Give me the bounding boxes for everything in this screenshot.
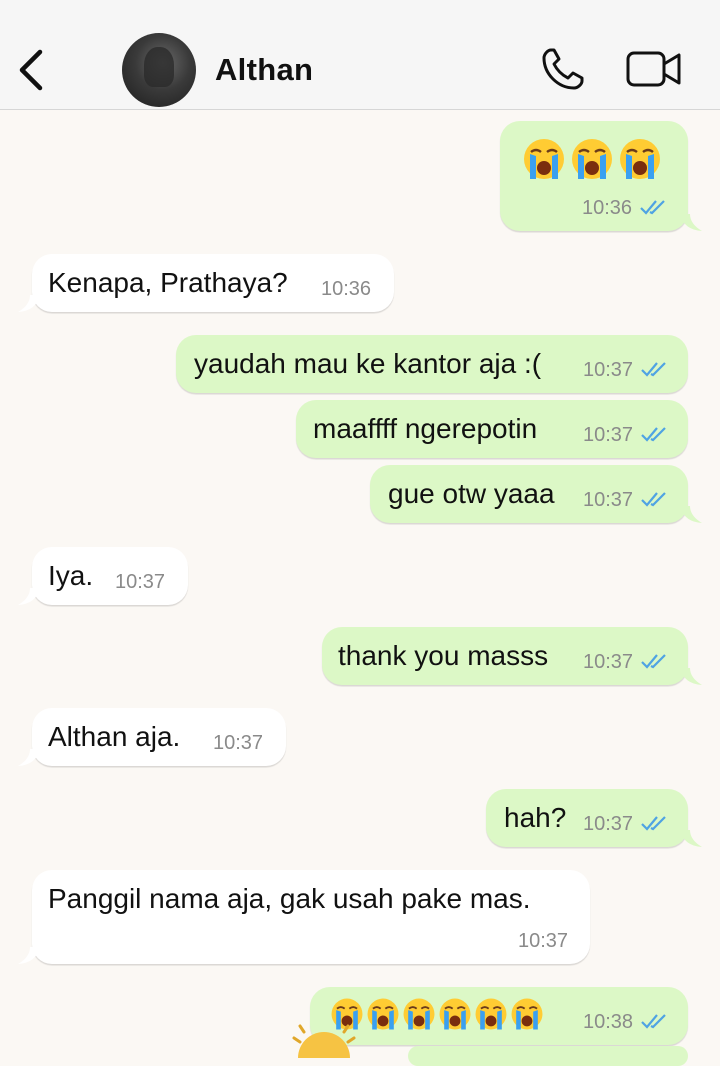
message-bubble-outgoing[interactable]: gue otw yaaa 10:37 xyxy=(370,465,702,523)
loudly-crying-face-icon xyxy=(439,998,471,1030)
message-time: 10:38 xyxy=(583,1011,634,1033)
message-bubble-outgoing[interactable]: thank you masss 10:37 xyxy=(322,627,702,685)
message-bubble-incoming[interactable]: Panggil nama aja, gak usah pake mas. 10:… xyxy=(18,870,590,964)
bubble-tail xyxy=(680,830,702,847)
message-bubble-incoming[interactable]: Althan aja. 10:37 xyxy=(18,708,286,766)
read-receipt-icon xyxy=(641,816,666,831)
emoji-row xyxy=(330,997,550,1033)
bubble-tail xyxy=(680,506,702,523)
loudly-crying-face-icon xyxy=(511,998,543,1030)
chat-header: Althan xyxy=(0,0,720,110)
message-time: 10:37 xyxy=(518,930,569,952)
message-time: 10:37 xyxy=(583,424,634,446)
message-text: Althan aja. xyxy=(48,721,181,752)
message-text: thank you masss xyxy=(338,640,549,671)
loudly-crying-face-icon xyxy=(572,139,612,179)
read-receipt-icon xyxy=(641,654,666,669)
back-button[interactable] xyxy=(14,48,50,92)
loudly-crying-face-icon xyxy=(620,139,660,179)
loudly-crying-face-icon xyxy=(403,998,435,1030)
sticker-partial xyxy=(292,1024,356,1058)
message-text: gue otw yaaa xyxy=(388,478,555,509)
message-bubble-outgoing[interactable]: maaffff ngerepotin 10:37 xyxy=(296,400,688,458)
message-text: maaffff ngerepotin xyxy=(313,413,538,444)
loudly-crying-face-icon xyxy=(367,998,399,1030)
message-text: hah? xyxy=(504,802,567,833)
message-time: 10:36 xyxy=(582,197,633,219)
video-camera-icon xyxy=(626,51,681,87)
loudly-crying-face-icon xyxy=(524,139,564,179)
message-bubble-outgoing[interactable]: yaudah mau ke kantor aja :( 10:37 xyxy=(176,335,688,393)
bubble-tail xyxy=(18,588,40,605)
message-bubble-outgoing[interactable]: hah? 10:37 xyxy=(486,789,702,847)
phone-icon xyxy=(542,48,584,90)
contact-name[interactable]: Althan xyxy=(215,52,313,88)
message-time: 10:37 xyxy=(583,489,634,511)
bubble-tail xyxy=(680,214,702,231)
bubble-tail xyxy=(680,668,702,685)
bubble-tail xyxy=(18,749,40,766)
voice-call-button[interactable] xyxy=(540,46,586,92)
read-receipt-icon xyxy=(641,362,666,377)
message-bubble-outgoing[interactable]: 10:36 xyxy=(500,121,702,231)
bubble-tail xyxy=(18,947,40,964)
message-text: Panggil nama aja, gak usah pake mas. xyxy=(48,883,531,914)
message-bubble-incoming[interactable]: Kenapa, Prathaya? 10:36 xyxy=(18,254,394,312)
message-text: Iya. xyxy=(48,560,94,591)
read-receipt-icon xyxy=(640,200,665,215)
message-time: 10:37 xyxy=(583,651,634,673)
message-time: 10:36 xyxy=(321,278,372,300)
read-receipt-icon xyxy=(641,1014,666,1029)
message-bubble-incoming[interactable]: Iya. 10:37 xyxy=(18,547,188,605)
message-time: 10:37 xyxy=(115,571,166,593)
contact-avatar[interactable] xyxy=(122,33,196,107)
message-text: yaudah mau ke kantor aja :( xyxy=(194,348,542,379)
message-bubble-outgoing-partial xyxy=(408,1046,688,1066)
chevron-left-icon xyxy=(19,49,43,91)
message-time: 10:37 xyxy=(583,813,634,835)
video-call-button[interactable] xyxy=(626,50,682,88)
message-bubble-outgoing[interactable]: 10:38 xyxy=(310,987,688,1045)
message-time: 10:37 xyxy=(213,732,264,754)
read-receipt-icon xyxy=(641,492,666,507)
emoji-row xyxy=(522,137,672,183)
read-receipt-icon xyxy=(641,427,666,442)
bubble-tail xyxy=(18,295,40,312)
message-text: Kenapa, Prathaya? xyxy=(48,267,288,298)
loudly-crying-face-icon xyxy=(475,998,507,1030)
message-time: 10:37 xyxy=(583,359,634,381)
